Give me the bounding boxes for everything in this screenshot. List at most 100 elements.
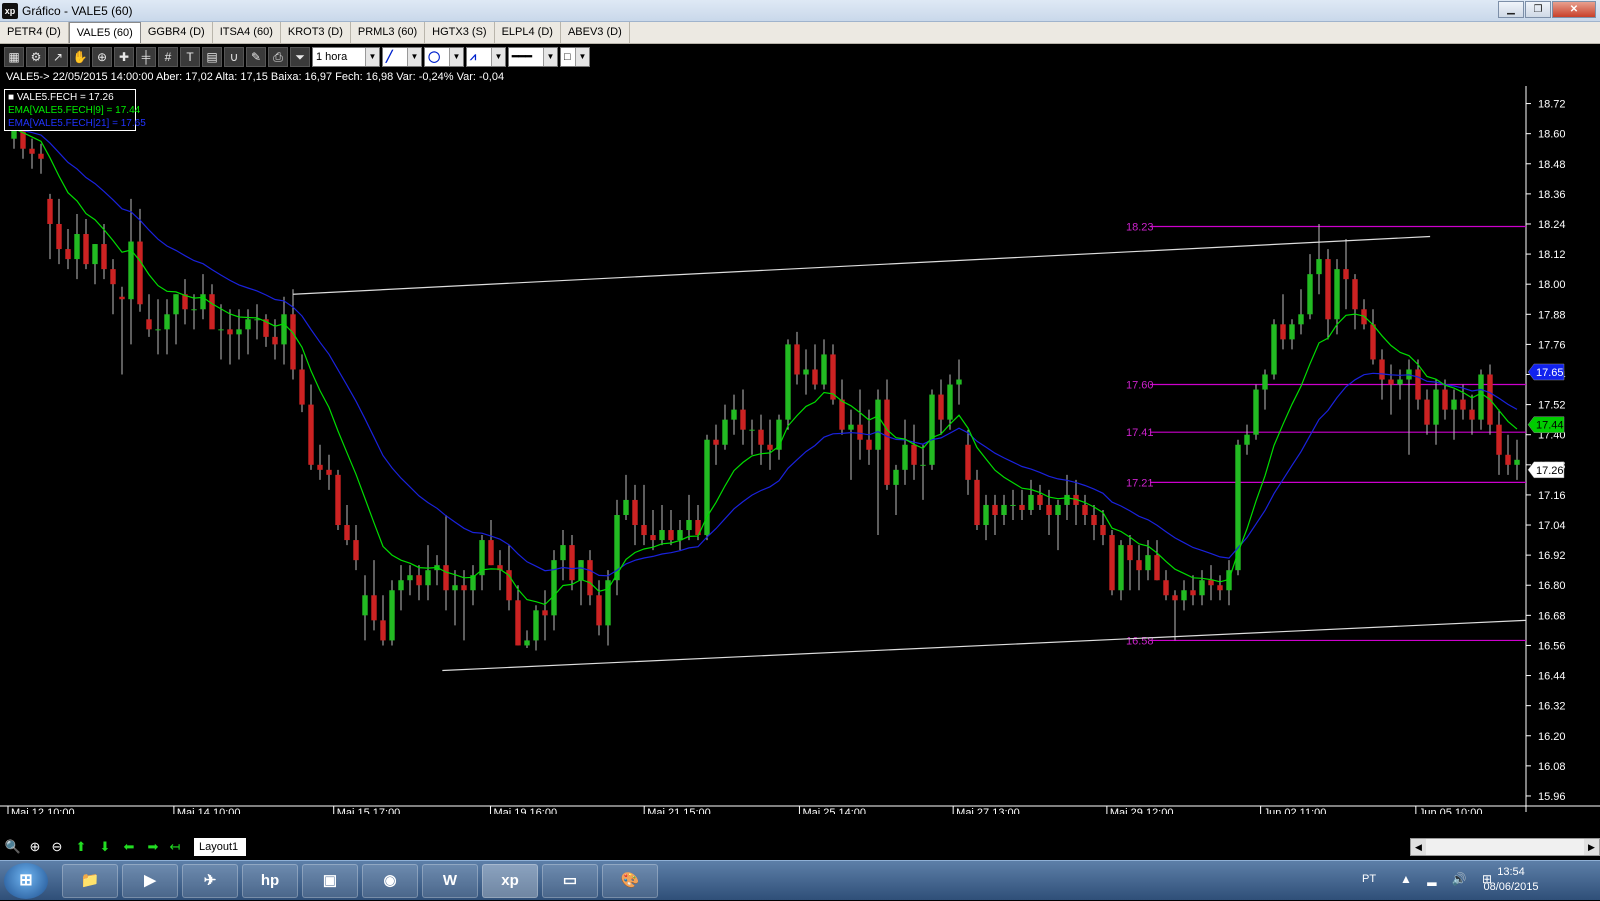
clock[interactable]: 13:54 08/06/2015 (1476, 865, 1546, 895)
candle-body (1019, 504, 1025, 510)
candle-body (1100, 525, 1106, 536)
y-tick-label: 18.48 (1538, 159, 1566, 171)
candle-body (1280, 324, 1286, 340)
tab-vale5[interactable]: VALE5 (60) (68, 22, 141, 43)
candle-body (452, 585, 458, 591)
tab-hgtx3[interactable]: HGTX3 (S) (425, 22, 495, 43)
candle-body (416, 575, 422, 586)
arrow-up-icon[interactable]: ⬆ (72, 838, 90, 856)
candle-body (110, 269, 116, 285)
chart-legend: ■ VALE5.FECH = 17.26 EMA[VALE5.FECH|9] =… (4, 89, 146, 131)
candle-body (29, 148, 35, 154)
candle-body (1316, 259, 1322, 275)
print-icon[interactable]: ⎙ (268, 47, 288, 67)
x-tick-label: Mai 25 14:00 (802, 807, 866, 814)
arrow-left-icon[interactable]: ⬅ (120, 838, 138, 856)
tab-krot3[interactable]: KROT3 (D) (281, 22, 351, 43)
scroll-right-icon[interactable]: ▶ (1584, 839, 1599, 855)
zoom-out-icon[interactable]: ⊖ (48, 838, 66, 856)
calculator-icon[interactable]: ▤ (202, 47, 222, 67)
paint-icon[interactable]: 🎨 (602, 864, 658, 898)
candle-body (1460, 399, 1466, 410)
filter-icon[interactable]: ⏷ (290, 47, 310, 67)
zoom-tool-icon[interactable]: ⊕ (92, 47, 112, 67)
fibonacci-icon[interactable]: ╪ (136, 47, 156, 67)
candle-body (1172, 595, 1178, 601)
hand-icon[interactable]: ✋ (70, 47, 90, 67)
candle-body (398, 580, 404, 591)
y-tick-label: 16.08 (1538, 761, 1566, 773)
chart-scrollbar[interactable]: ◀ ▶ (1410, 838, 1600, 856)
candle-body (191, 309, 197, 311)
xp-logo-icon: xp (2, 3, 18, 19)
tab-petr4[interactable]: PETR4 (D) (0, 22, 69, 43)
explorer-folder-icon[interactable]: 📁 (62, 864, 118, 898)
line-style-select[interactable]: ━━━ ▼ (508, 47, 558, 67)
magnet-icon[interactable]: ∪ (224, 47, 244, 67)
minimize-button[interactable]: ▁ (1498, 1, 1524, 18)
y-tick-label: 15.96 (1538, 791, 1566, 803)
color-select[interactable]: □ ▼ (560, 47, 590, 67)
crosshair-icon[interactable]: ✚ (114, 47, 134, 67)
candle-body (308, 404, 314, 465)
candle-info-line: VALE5-> 22/05/2015 14:00:00 Aber: 17,02 … (6, 71, 505, 83)
candle-body (803, 369, 809, 375)
chrome-icon[interactable]: ◉ (362, 864, 418, 898)
chevron-down-icon: ▼ (449, 48, 463, 66)
candle-body (785, 344, 791, 420)
media-player-icon[interactable]: ▶ (122, 864, 178, 898)
word-icon[interactable]: W (422, 864, 478, 898)
close-button[interactable]: ✕ (1552, 1, 1596, 18)
candle-body (1181, 590, 1187, 601)
pen-icon[interactable]: ✎ (246, 47, 266, 67)
search-icon[interactable]: 🔍 (4, 838, 22, 856)
tab-prml3[interactable]: PRML3 (60) (351, 22, 426, 43)
grid-icon[interactable]: # (158, 47, 178, 67)
network-app-icon[interactable]: ✈ (182, 864, 238, 898)
arrow-right-icon[interactable]: ➡ (144, 838, 162, 856)
scroll-left-icon[interactable]: ◀ (1411, 839, 1426, 855)
candle-body (533, 610, 539, 641)
candle-body (425, 570, 431, 586)
chart-type-icon[interactable]: ▦ (4, 47, 24, 67)
candle-body (245, 319, 251, 330)
scanner-app-icon[interactable]: ▣ (302, 864, 358, 898)
candle-body (1136, 560, 1142, 571)
tab-ggbr4[interactable]: GGBR4 (D) (141, 22, 213, 43)
fan-tool-select[interactable]: ⩘ ▼ (466, 47, 506, 67)
windows-start-icon[interactable]: ⊞ (4, 863, 48, 899)
xp-app-icon[interactable]: xp (482, 864, 538, 898)
tab-itsa4[interactable]: ITSA4 (60) (213, 22, 281, 43)
candle-body (1244, 434, 1250, 445)
candle-body (1046, 504, 1052, 515)
indicator-icon[interactable]: ↗ (48, 47, 68, 67)
tab-abev3[interactable]: ABEV3 (D) (561, 22, 630, 43)
hp-icon[interactable]: hp (242, 864, 298, 898)
candle-body (209, 294, 215, 330)
candle-body (713, 439, 719, 445)
arrow-down-icon[interactable]: ⬇ (96, 838, 114, 856)
arrow-end-icon[interactable]: ↤ (166, 838, 184, 856)
trendline (442, 619, 1527, 672)
x-tick-label: Mai 29 12:00 (1110, 807, 1174, 814)
candle-body (758, 429, 764, 445)
candle-body (443, 565, 449, 591)
ema9-line (13, 128, 1518, 606)
legend-ema21: EMA[VALE5.FECH|21] = 17.65 (8, 118, 146, 129)
restore-button[interactable]: ❐ (1525, 1, 1551, 18)
interval-select[interactable]: 1 hora ▼ (312, 47, 380, 67)
line-tool-select[interactable]: ╱ ▼ (382, 47, 422, 67)
gear-icon[interactable]: ⚙ (26, 47, 46, 67)
zoom-in-icon[interactable]: ⊕ (26, 838, 44, 856)
windows-taskbar: ⊞ 📁 ▶ ✈ hp ▣ ◉ W xp ▭ 🎨 PT ▲ ▂ 🔊 ⊞ 13:54… (0, 860, 1600, 900)
layout-tab[interactable]: Layout1 (194, 838, 246, 856)
text-tool-icon[interactable]: T (180, 47, 200, 67)
photo-viewer-icon[interactable]: ▭ (542, 864, 598, 898)
shape-tool-select[interactable]: ◯ ▼ (424, 47, 464, 67)
language-indicator[interactable]: PT (1362, 873, 1376, 885)
tab-elpl4[interactable]: ELPL4 (D) (495, 22, 561, 43)
chevron-down-icon: ▼ (575, 48, 589, 66)
price-chart[interactable]: 18.72 18.60 18.48 18.36 18.24 18.12 18.00 17.88… (0, 86, 1600, 814)
y-tick-label: 16.56 (1538, 640, 1566, 652)
x-tick-label: Mai 27 13:00 (956, 807, 1020, 814)
